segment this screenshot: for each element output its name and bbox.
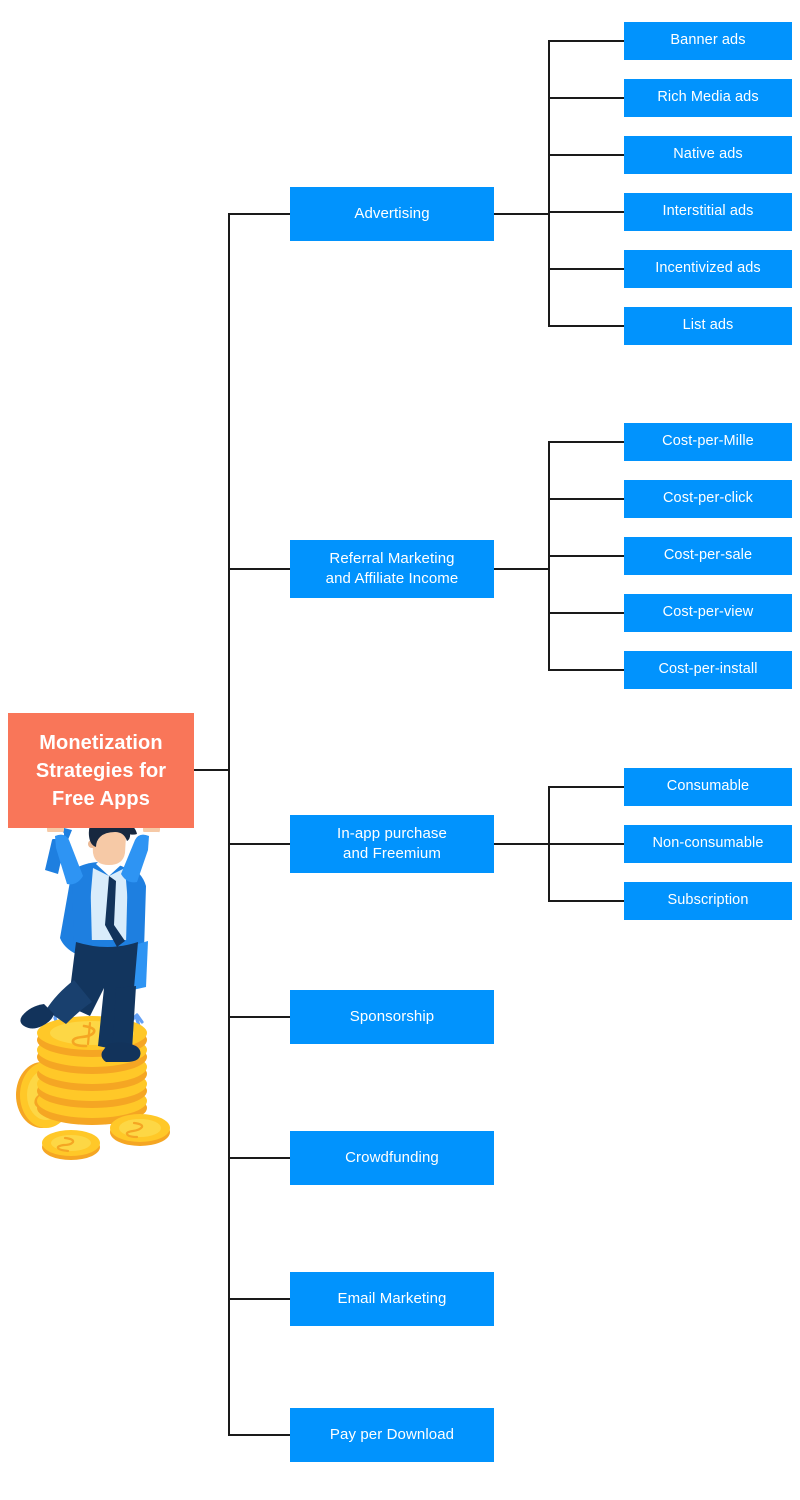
connector-inapp-child-3 — [548, 900, 626, 902]
branch-label-sponsorship: Sponsorship — [349, 1007, 435, 1025]
connector-advertising-child-3 — [548, 154, 626, 156]
branch-label-inapp-line-2: and Freemium — [343, 845, 441, 862]
connector-referral-child-3 — [548, 555, 626, 557]
connector-referral-stem — [494, 568, 550, 570]
connector-root-to-trunk — [194, 769, 230, 771]
connector-referral-child-1 — [548, 441, 626, 443]
root-node[interactable]: Monetization Strategies for Free Apps — [8, 713, 194, 828]
leaf-node-banner-ads[interactable]: Banner ads — [624, 22, 792, 60]
leaf-label: Cost-per-view — [662, 604, 754, 621]
branch-node-pay-per-download[interactable]: Pay per Download — [290, 1408, 494, 1462]
connector-inapp-child-1 — [548, 786, 626, 788]
leaf-label: Interstitial ads — [662, 203, 754, 220]
leaf-node-cost-per-view[interactable]: Cost-per-view — [624, 594, 792, 632]
leaf-node-subscription[interactable]: Subscription — [624, 882, 792, 920]
connector-trunk-crowdfunding — [228, 1157, 292, 1159]
connector-trunk-paydownload — [228, 1434, 292, 1436]
connector-main-trunk — [228, 213, 230, 1436]
branch-label-advertising: Advertising — [354, 204, 430, 222]
connector-trunk-inapp — [228, 843, 292, 845]
root-title-line-2: Strategies for — [35, 759, 167, 782]
leaf-node-native-ads[interactable]: Native ads — [624, 136, 792, 174]
leaf-label: Cost-per-sale — [663, 547, 753, 564]
connector-advertising-child-1 — [548, 40, 626, 42]
connector-inapp-child-2 — [548, 843, 626, 845]
leaf-node-cost-per-install[interactable]: Cost-per-install — [624, 651, 792, 689]
coin-bottom — [42, 1130, 100, 1160]
connector-advertising-child-2 — [548, 97, 626, 99]
branch-node-crowdfunding[interactable]: Crowdfunding — [290, 1131, 494, 1185]
leaf-node-list-ads[interactable]: List ads — [624, 307, 792, 345]
branch-label-inapp-line-1: In-app purchase — [337, 824, 447, 842]
connector-inapp-stem — [494, 843, 550, 845]
connector-advertising-child-4 — [548, 211, 626, 213]
connector-trunk-sponsorship — [228, 1016, 292, 1018]
leaf-label: Native ads — [673, 146, 743, 163]
leaf-label: Consumable — [666, 778, 750, 795]
connector-referral-child-4 — [548, 612, 626, 614]
leaf-node-non-consumable[interactable]: Non-consumable — [624, 825, 792, 863]
leaf-label: Banner ads — [670, 32, 746, 49]
branch-node-referral-marketing[interactable]: Referral Marketing and Affiliate Income — [290, 540, 494, 598]
root-title-line-3: Free Apps — [52, 787, 150, 810]
branch-label-email-marketing: Email Marketing — [337, 1289, 447, 1307]
leaf-node-interstitial-ads[interactable]: Interstitial ads — [624, 193, 792, 231]
connector-trunk-email — [228, 1298, 292, 1300]
connector-advertising-child-5 — [548, 268, 626, 270]
leaf-node-cost-per-click[interactable]: Cost-per-click — [624, 480, 792, 518]
connector-advertising-spine — [548, 40, 550, 326]
branch-node-advertising[interactable]: Advertising — [290, 187, 494, 241]
leaf-node-cost-per-mille[interactable]: Cost-per-Mille — [624, 423, 792, 461]
connector-trunk-advertising — [228, 213, 292, 215]
leaf-node-incentivized-ads[interactable]: Incentivized ads — [624, 250, 792, 288]
branch-label-referral-line-2: and Affiliate Income — [325, 570, 459, 587]
businessman-holding-sign-on-coin-stack-illustration — [16, 816, 170, 1160]
leaf-label: Cost-per-Mille — [662, 433, 754, 450]
connector-trunk-referral — [228, 568, 292, 570]
connector-advertising-child-6 — [548, 325, 626, 327]
branch-node-in-app-purchase[interactable]: In-app purchase and Freemium — [290, 815, 494, 873]
branch-label-pay-per-download: Pay per Download — [329, 1425, 455, 1443]
branch-label-crowdfunding: Crowdfunding — [345, 1148, 439, 1166]
connector-advertising-stem — [494, 213, 550, 215]
leaf-node-consumable[interactable]: Consumable — [624, 768, 792, 806]
connector-referral-child-2 — [548, 498, 626, 500]
leaf-label: Non-consumable — [652, 835, 764, 852]
leaf-label: Cost-per-click — [662, 490, 754, 507]
branch-label-referral-line-1: Referral Marketing — [329, 549, 455, 567]
leaf-label: Subscription — [667, 892, 749, 909]
leaf-node-rich-media-ads[interactable]: Rich Media ads — [624, 79, 792, 117]
coin-right — [110, 1114, 170, 1146]
connector-referral-child-5 — [548, 669, 626, 671]
root-title-line-1: Monetization — [39, 731, 163, 754]
branch-node-sponsorship[interactable]: Sponsorship — [290, 990, 494, 1044]
branch-node-email-marketing[interactable]: Email Marketing — [290, 1272, 494, 1326]
leaf-label: Incentivized ads — [655, 260, 761, 277]
leaf-node-cost-per-sale[interactable]: Cost-per-sale — [624, 537, 792, 575]
leaf-label: Cost-per-install — [658, 661, 758, 678]
leaf-label: List ads — [682, 317, 734, 334]
mindmap-canvas: Monetization Strategies for Free Apps Ad… — [0, 0, 800, 1500]
leaf-label: Rich Media ads — [657, 89, 759, 106]
